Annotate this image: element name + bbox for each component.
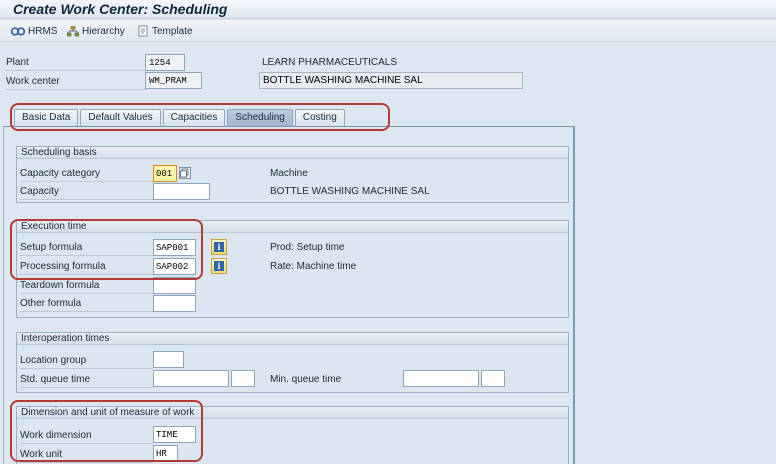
application-toolbar: HRMS Hierarchy Template (0, 20, 776, 42)
setup-formula-field[interactable]: SAP001 (153, 239, 196, 256)
field-underline (20, 462, 153, 463)
teardown-formula-label: Teardown formula (20, 280, 100, 291)
work-dimension-label: Work dimension (20, 430, 92, 441)
scheduling-basis-group: Scheduling basis Capacity category 001 M… (16, 146, 569, 203)
tab-default-values[interactable]: Default Values (80, 109, 161, 126)
setup-formula-info-button[interactable]: i (211, 239, 227, 255)
plant-underline (6, 70, 146, 71)
template-label: Template (152, 25, 193, 37)
work-center-field[interactable]: WM_PRAM (145, 72, 202, 89)
field-underline (20, 274, 153, 275)
info-icon: i (214, 242, 224, 252)
dimension-unit-group: Dimension and unit of measure of work Wo… (16, 406, 569, 464)
other-formula-field[interactable] (153, 295, 196, 312)
field-underline (20, 255, 153, 256)
processing-formula-field[interactable]: SAP002 (153, 258, 196, 275)
field-underline (20, 293, 153, 294)
window-title: Create Work Center: Scheduling (13, 1, 228, 17)
processing-formula-info-button[interactable]: i (211, 258, 227, 274)
hierarchy-button[interactable]: Hierarchy (67, 24, 125, 38)
location-group-field[interactable] (153, 351, 184, 368)
capacity-category-description: Machine (270, 168, 308, 179)
field-underline (20, 311, 153, 312)
work-unit-label: Work unit (20, 449, 63, 460)
interoperation-times-group: Interoperation times Location group Std.… (16, 332, 569, 393)
min-queue-time-unit-field[interactable] (481, 370, 505, 387)
tab-costing[interactable]: Costing (294, 109, 345, 126)
hierarchy-icon (67, 25, 79, 36)
field-underline (20, 368, 153, 369)
setup-formula-label: Setup formula (20, 242, 83, 253)
work-dimension-field[interactable]: TIME (153, 426, 196, 443)
tab-scheduling[interactable]: Scheduling (227, 109, 293, 126)
other-formula-label: Other formula (20, 298, 82, 309)
min-queue-time-field[interactable] (403, 370, 479, 387)
tab-capacities[interactable]: Capacities (162, 109, 226, 126)
capacity-field[interactable] (153, 183, 210, 200)
group-title: Execution time (17, 221, 568, 233)
work-center-description: BOTTLE WASHING MACHINE SAL (259, 72, 523, 89)
tab-strip: Basic Data Default Values Capacities Sch… (14, 109, 347, 126)
hierarchy-label: Hierarchy (82, 25, 125, 37)
setup-formula-description: Prod: Setup time (270, 242, 345, 253)
template-button[interactable]: Template (138, 24, 193, 38)
field-underline (20, 387, 153, 388)
std-queue-time-label: Std. queue time (20, 374, 91, 385)
group-title: Dimension and unit of measure of work (17, 407, 568, 419)
info-icon: i (214, 261, 224, 271)
hrms-button[interactable]: HRMS (11, 24, 57, 38)
tab-basic-data[interactable]: Basic Data (14, 109, 79, 126)
template-icon (138, 25, 148, 37)
possible-entries-icon[interactable] (179, 167, 191, 179)
work-center-underline (6, 89, 146, 90)
scheduling-tab-panel: Scheduling basis Capacity category 001 M… (3, 126, 575, 464)
std-queue-time-field[interactable] (153, 370, 229, 387)
capacity-category-label: Capacity category (20, 168, 101, 179)
plant-description: LEARN PHARMACEUTICALS (262, 57, 398, 68)
min-queue-time-label: Min. queue time (270, 374, 342, 385)
work-center-label: Work center (6, 76, 60, 87)
work-unit-field[interactable]: HR (153, 445, 178, 462)
title-bar: Create Work Center: Scheduling (0, 0, 776, 19)
capacity-description: BOTTLE WASHING MACHINE SAL (270, 186, 430, 197)
teardown-formula-field[interactable] (153, 277, 196, 294)
field-underline (20, 181, 153, 182)
plant-label: Plant (6, 57, 29, 68)
capacity-category-field[interactable]: 001 (153, 165, 177, 182)
capacity-label: Capacity (20, 186, 59, 197)
location-group-label: Location group (20, 355, 87, 366)
hrms-icon (11, 26, 25, 36)
hrms-label: HRMS (28, 25, 58, 37)
processing-formula-description: Rate: Machine time (270, 261, 357, 272)
processing-formula-label: Processing formula (20, 261, 106, 272)
field-underline (20, 443, 153, 444)
field-underline (20, 199, 153, 200)
group-title: Scheduling basis (17, 147, 568, 159)
group-title: Interoperation times (17, 333, 568, 345)
execution-time-group: Execution time Setup formula SAP001 i Pr… (16, 220, 569, 318)
plant-field[interactable]: 1254 (145, 54, 185, 71)
std-queue-time-unit-field[interactable] (231, 370, 255, 387)
